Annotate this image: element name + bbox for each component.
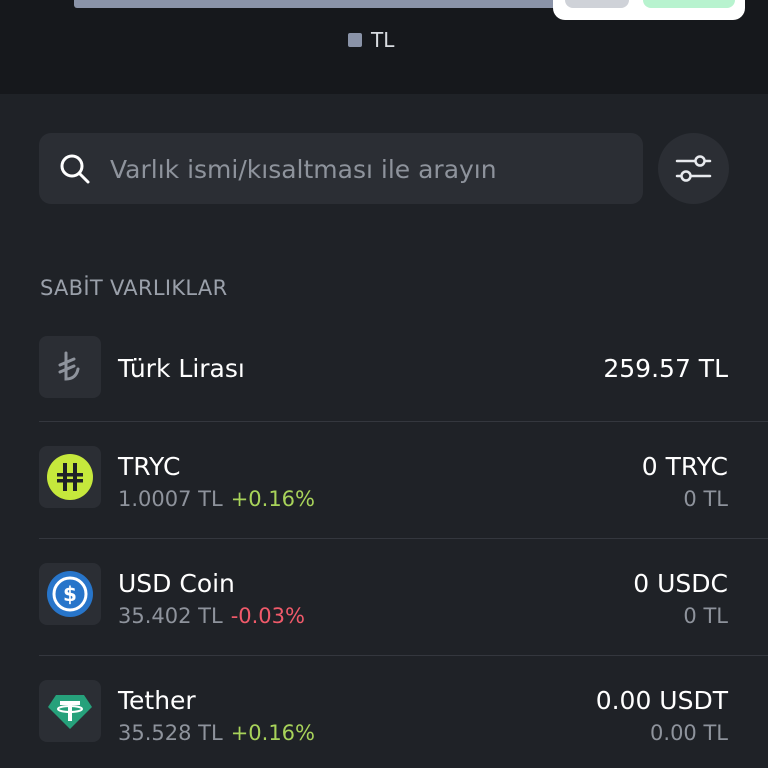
row-divider: [39, 655, 768, 656]
asset-price: 35.528 TL: [118, 721, 223, 745]
asset-price-line: 35.528 TL +0.16%: [118, 721, 315, 745]
svg-text:$: $: [63, 582, 77, 606]
tryc-icon: [47, 454, 93, 500]
tether-icon: [48, 695, 92, 729]
chart-bar: [74, 0, 574, 8]
asset-icon-box: [39, 336, 101, 398]
asset-name: USD Coin: [118, 569, 235, 598]
asset-amount-tl: 0.00 TL: [650, 721, 728, 745]
asset-price-line: 1.0007 TL +0.16%: [118, 487, 315, 511]
asset-price: 35.402 TL: [118, 604, 223, 628]
asset-amount-tl: 0 TL: [683, 604, 728, 628]
sliders-icon: [675, 155, 712, 182]
asset-amount: 0 USDC: [633, 569, 728, 598]
popup-cancel-button[interactable]: [565, 0, 629, 8]
popup-confirm-button[interactable]: [643, 0, 735, 8]
search-icon: [60, 154, 90, 184]
search-placeholder: Varlık ismi/kısaltması ile arayın: [110, 155, 497, 184]
asset-row-usdc[interactable]: $ USD Coin 35.402 TL -0.03% 0 USDC 0 TL: [0, 563, 768, 655]
chart-legend: TL: [348, 28, 394, 52]
asset-change: +0.16%: [230, 721, 315, 745]
asset-row-usdt[interactable]: Tether 35.528 TL +0.16% 0.00 USDT 0.00 TL: [0, 680, 768, 768]
asset-row-tryc[interactable]: TRYC 1.0007 TL +0.16% 0 TRYC 0 TL: [0, 446, 768, 538]
asset-name: TRYC: [118, 452, 181, 481]
row-divider: [39, 421, 768, 422]
filter-button[interactable]: [658, 133, 729, 204]
chart-popup: [553, 0, 745, 20]
asset-change: -0.03%: [230, 604, 305, 628]
asset-row-try[interactable]: Türk Lirası 259.57 TL: [0, 336, 768, 422]
chart-area: TL: [0, 0, 768, 94]
legend-swatch: [348, 33, 362, 47]
search-input[interactable]: Varlık ismi/kısaltması ile arayın: [39, 133, 643, 204]
asset-price: 1.0007 TL: [118, 487, 223, 511]
asset-name: Tether: [118, 686, 196, 715]
asset-name: Türk Lirası: [118, 354, 245, 383]
asset-change: +0.16%: [230, 487, 315, 511]
asset-amount: 0.00 USDT: [595, 686, 728, 715]
section-title: SABİT VARLIKLAR: [40, 276, 228, 300]
asset-amount: 259.57 TL: [603, 354, 728, 383]
asset-amount: 0 TRYC: [641, 452, 728, 481]
lira-icon: [58, 351, 80, 381]
asset-icon-box: [39, 446, 101, 508]
asset-icon-box: $: [39, 563, 101, 625]
asset-price-line: 35.402 TL -0.03%: [118, 604, 305, 628]
usdc-icon: $: [47, 571, 93, 617]
legend-label: TL: [371, 28, 395, 52]
row-divider: [39, 538, 768, 539]
asset-icon-box: [39, 680, 101, 742]
asset-amount-tl: 0 TL: [683, 487, 728, 511]
